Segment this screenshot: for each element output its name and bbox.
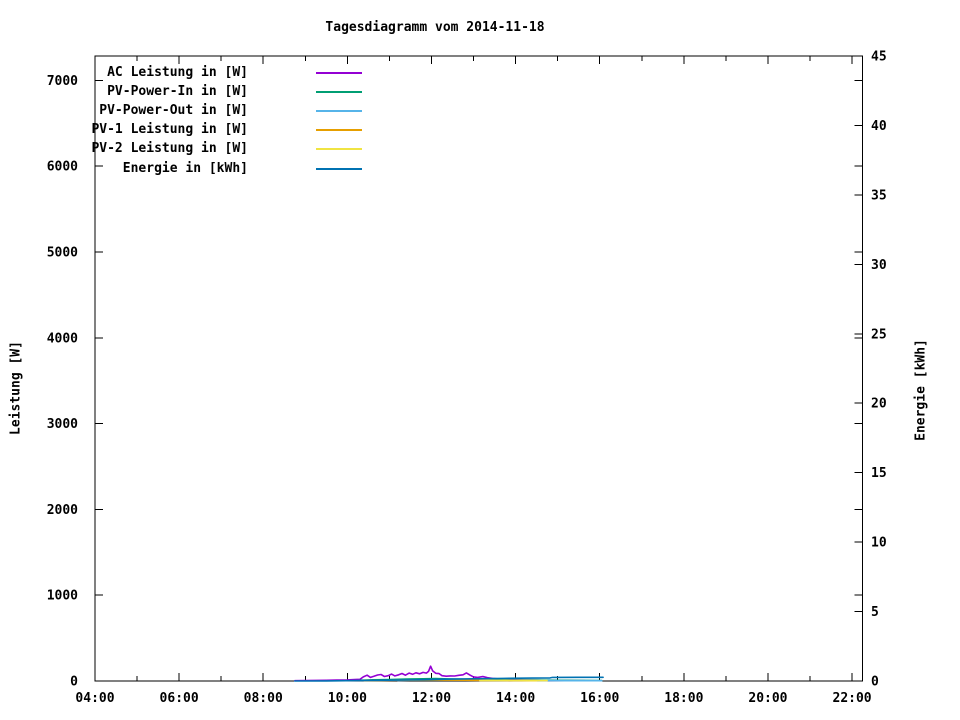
- x-tick-label: 04:00: [75, 691, 114, 706]
- y2-tick-label: 15: [871, 466, 887, 481]
- x-tick-label: 12:00: [412, 691, 451, 706]
- y2-tick-label: 10: [871, 536, 887, 551]
- y2-tick-label: 20: [871, 397, 887, 412]
- x-tick-label: 06:00: [160, 691, 199, 706]
- x-tick-label: 14:00: [496, 691, 535, 706]
- y2-tick-label: 40: [871, 119, 887, 134]
- y1-tick-label: 2000: [47, 503, 78, 518]
- y1-tick-label: 3000: [47, 417, 78, 432]
- x-tick-label: 16:00: [580, 691, 619, 706]
- x-tick-label: 10:00: [328, 691, 367, 706]
- chart-canvas: Tagesdiagramm vom 2014-11-18 Leistung [W…: [0, 0, 960, 720]
- y2-tick-label: 0: [871, 675, 879, 690]
- plot-border: [94, 55, 864, 682]
- y1-tick-label: 6000: [47, 160, 78, 175]
- y2-tick-label: 35: [871, 188, 887, 203]
- x-tick-label: 18:00: [664, 691, 703, 706]
- y1-tick-label: 4000: [47, 331, 78, 346]
- y1-tick-label: 5000: [47, 246, 78, 261]
- y2-tick-label: 5: [871, 605, 879, 620]
- y2-tick-label: 25: [871, 327, 887, 342]
- x-tick-label: 08:00: [244, 691, 283, 706]
- y1-tick-label: 7000: [47, 74, 78, 89]
- y2-tick-label: 45: [871, 50, 887, 65]
- plot-area: 04:00 06:00 08:00 10:00 12:00 14:00 16:00 18:00…: [47, 50, 887, 707]
- x-tick-label: 22:00: [833, 691, 872, 706]
- y2-tick-label: 30: [871, 258, 887, 273]
- y1-tick-label: 0: [70, 675, 78, 690]
- y1-tick-label: 1000: [47, 589, 78, 604]
- x-tick-label: 20:00: [748, 691, 787, 706]
